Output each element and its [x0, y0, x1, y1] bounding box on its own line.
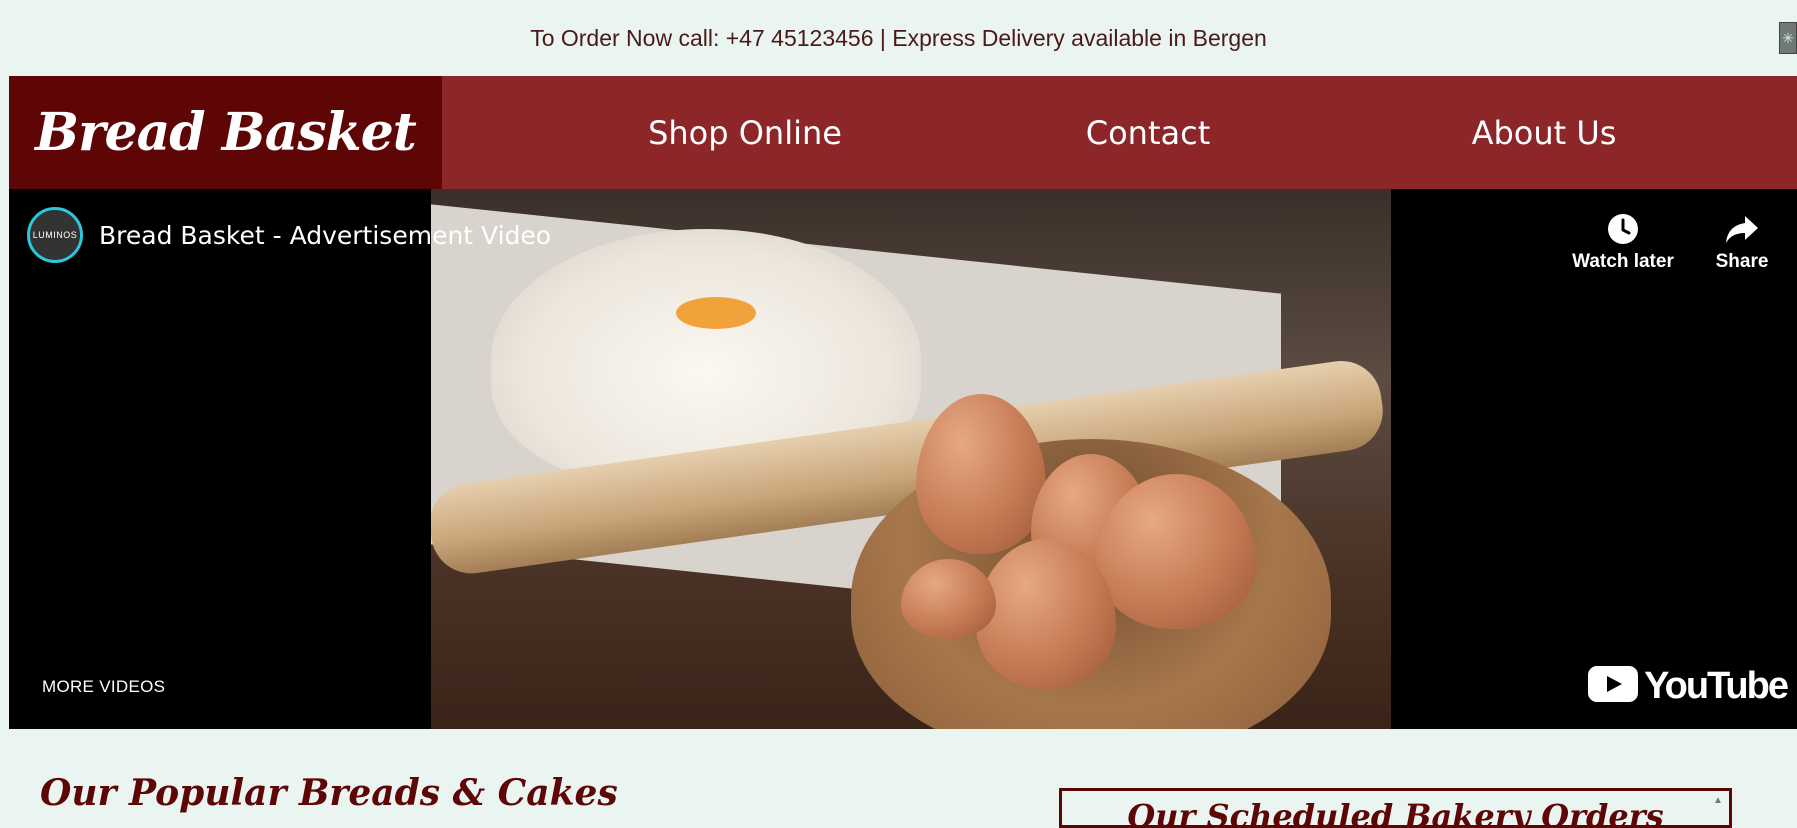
video-thumbnail[interactable]	[431, 189, 1391, 729]
scheduled-orders-box: Our Scheduled Bakery Orders ▲	[1059, 788, 1732, 828]
thumbnail-egg-yolk	[676, 297, 756, 329]
video-title-bar: LUMINOS Bread Basket - Advertisement Vid…	[27, 207, 551, 263]
nav-item-shop-online[interactable]: Shop Online	[648, 76, 842, 189]
watch-later-label: Watch later	[1572, 251, 1674, 272]
sparkle-icon[interactable]: ✳	[1779, 22, 1797, 54]
clock-icon	[1607, 207, 1639, 251]
channel-avatar[interactable]: LUMINOS	[27, 207, 83, 263]
youtube-logo-text: YouTube	[1644, 665, 1789, 707]
nav-menu: Shop Online Contact About Us	[442, 76, 1797, 189]
share-button[interactable]: Share	[1682, 207, 1797, 273]
youtube-logo[interactable]: YouTube	[1588, 665, 1789, 708]
share-arrow-icon	[1725, 207, 1759, 251]
youtube-video-player[interactable]: LUMINOS Bread Basket - Advertisement Vid…	[9, 189, 1797, 729]
watch-later-button[interactable]: Watch later	[1563, 207, 1683, 273]
video-title[interactable]: Bread Basket - Advertisement Video	[99, 221, 551, 250]
scroll-up-arrow-icon[interactable]: ▲	[1711, 795, 1725, 809]
brand-logo[interactable]: Bread Basket	[9, 76, 442, 189]
nav-item-about-us[interactable]: About Us	[1472, 76, 1617, 189]
youtube-play-icon	[1588, 666, 1639, 707]
more-videos-button[interactable]: MORE VIDEOS	[42, 677, 165, 697]
main-navbar: Bread Basket Shop Online Contact About U…	[9, 76, 1797, 189]
announcement-bar: To Order Now call: +47 45123456 | Expres…	[0, 0, 1797, 76]
scheduled-orders-title: Our Scheduled Bakery Orders	[1127, 797, 1664, 828]
nav-item-contact[interactable]: Contact	[1086, 76, 1211, 189]
share-label: Share	[1715, 251, 1769, 272]
announcement-text: To Order Now call: +47 45123456 | Expres…	[530, 24, 1267, 51]
section-heading-popular: Our Popular Breads & Cakes	[40, 772, 618, 814]
